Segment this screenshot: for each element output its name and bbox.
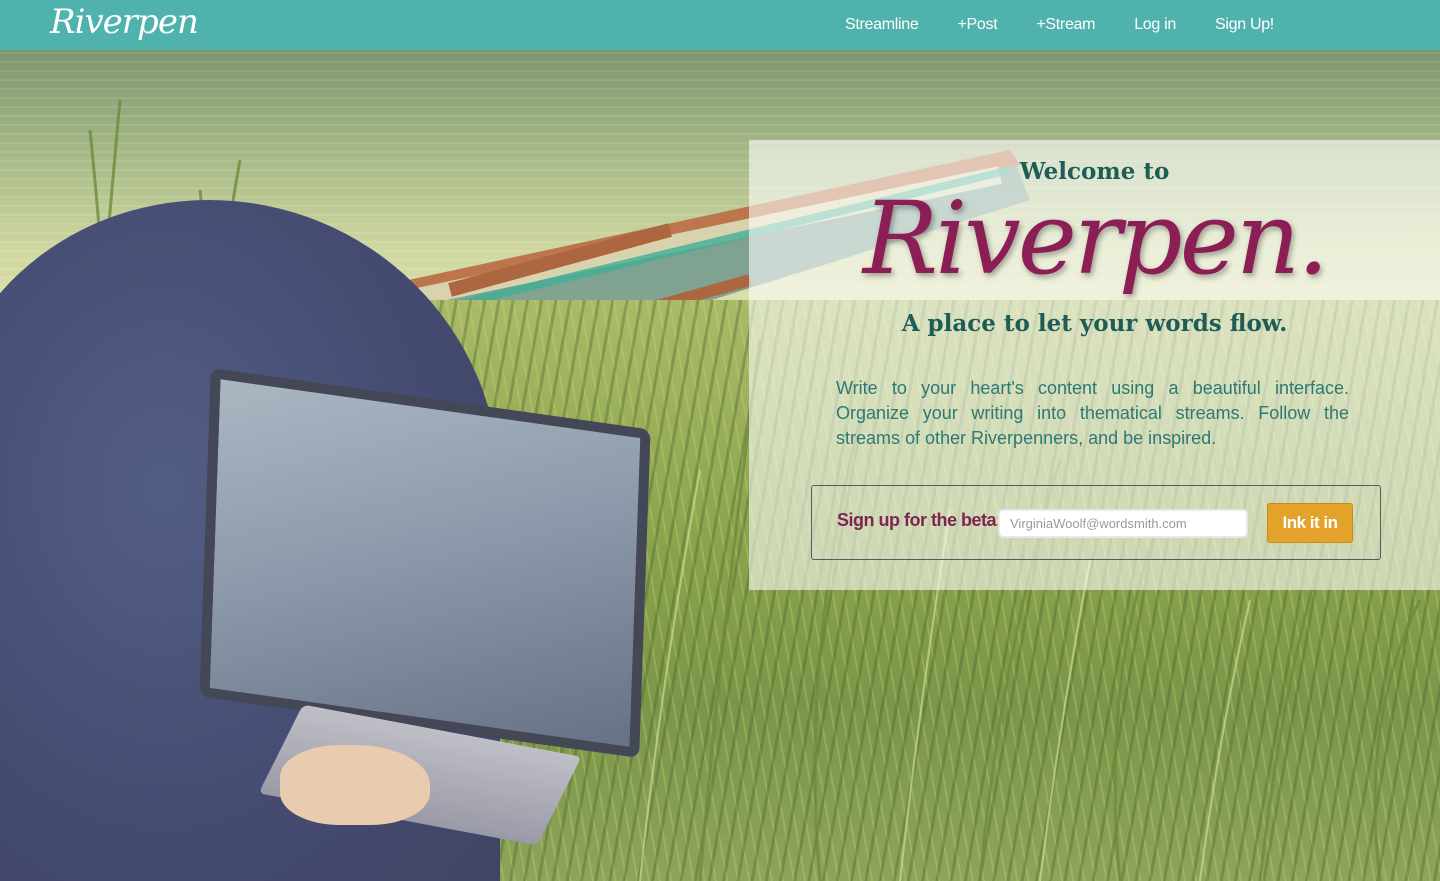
hero-intro-text: Write to your heart's content using a be…: [836, 378, 1349, 448]
nav-link-streamline[interactable]: Streamline: [845, 16, 919, 34]
email-input[interactable]: [998, 509, 1248, 538]
nav-link-signup[interactable]: Sign Up!: [1215, 16, 1274, 34]
nav-link-stream[interactable]: +Stream: [1036, 16, 1095, 34]
brand-logo-link[interactable]: Riverpen: [50, 2, 199, 42]
ink-it-in-button[interactable]: Ink it in: [1267, 503, 1353, 543]
nav-links: Streamline +Post +Stream Log in Sign Up!: [845, 0, 1313, 50]
hero-card: Welcome to Riverpen. A place to let your…: [749, 140, 1440, 590]
top-navbar: Riverpen Streamline +Post +Stream Log in…: [0, 0, 1440, 50]
signup-label: Sign up for the beta:: [837, 510, 1002, 530]
nav-link-login[interactable]: Log in: [1134, 16, 1176, 34]
beta-signup-form: Sign up for the beta: Ink it in: [811, 485, 1381, 560]
nav-link-post[interactable]: +Post: [957, 16, 997, 34]
hero-logo: Riverpen.: [862, 180, 1329, 297]
hero-tagline: A place to let your words flow.: [901, 310, 1288, 337]
